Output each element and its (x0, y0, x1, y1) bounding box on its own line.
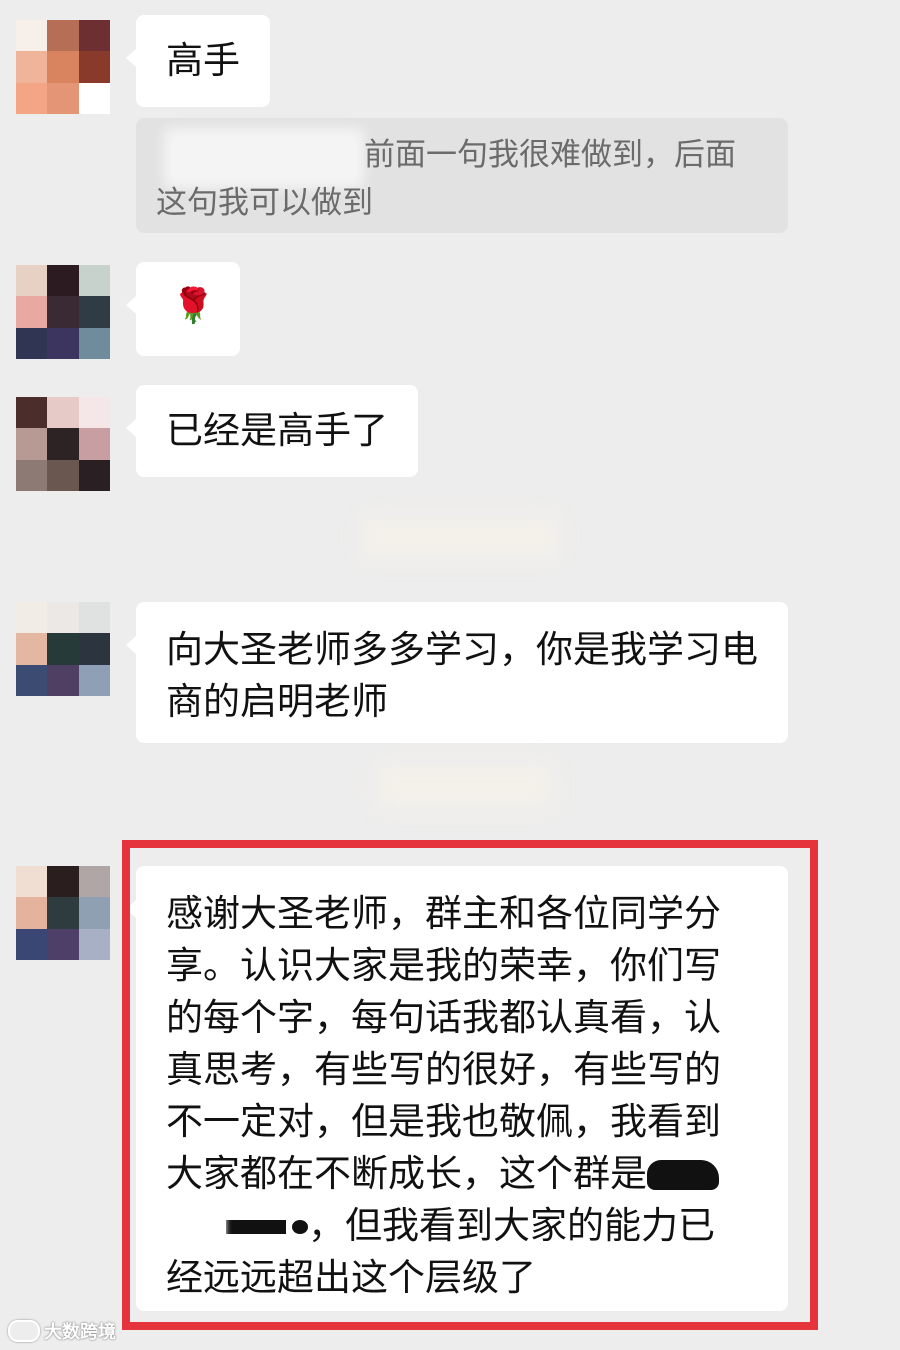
redacted-timestamp (375, 762, 555, 810)
message-bubble: 已经是高手了 (126, 385, 418, 477)
message-text: 向大圣老师多多学习，你是我学习电商的启明老师 (166, 628, 758, 723)
message-text: 高手 (166, 39, 240, 82)
message-text: 已经是高手了 (166, 409, 388, 452)
quote-text: 前面一句我很难做到，后面 (364, 137, 736, 173)
redacted-timestamp (360, 515, 560, 560)
message-bubble: 向大圣老师多多学习，你是我学习电商的启明老师 (126, 602, 788, 743)
message-bubble: 🌹 (126, 262, 240, 356)
watermark: 大数跨境 (8, 1318, 116, 1344)
quote-text: 这句我可以做到 (156, 185, 373, 221)
rose-emoji-icon: 🌹 (172, 286, 215, 326)
watermark-text: 大数跨境 (44, 1322, 116, 1343)
avatar[interactable] (16, 265, 110, 359)
avatar[interactable] (16, 397, 110, 491)
avatar[interactable] (16, 866, 110, 960)
highlight-frame (122, 840, 818, 1330)
watermark-logo-icon (8, 1320, 40, 1342)
quoted-reply[interactable]: 前面一句我很难做到，后面 这句我可以做到 (136, 118, 788, 233)
avatar[interactable] (16, 20, 110, 114)
avatar[interactable] (16, 602, 110, 696)
redacted-name (164, 128, 364, 188)
message-bubble: 高手 (126, 15, 270, 107)
